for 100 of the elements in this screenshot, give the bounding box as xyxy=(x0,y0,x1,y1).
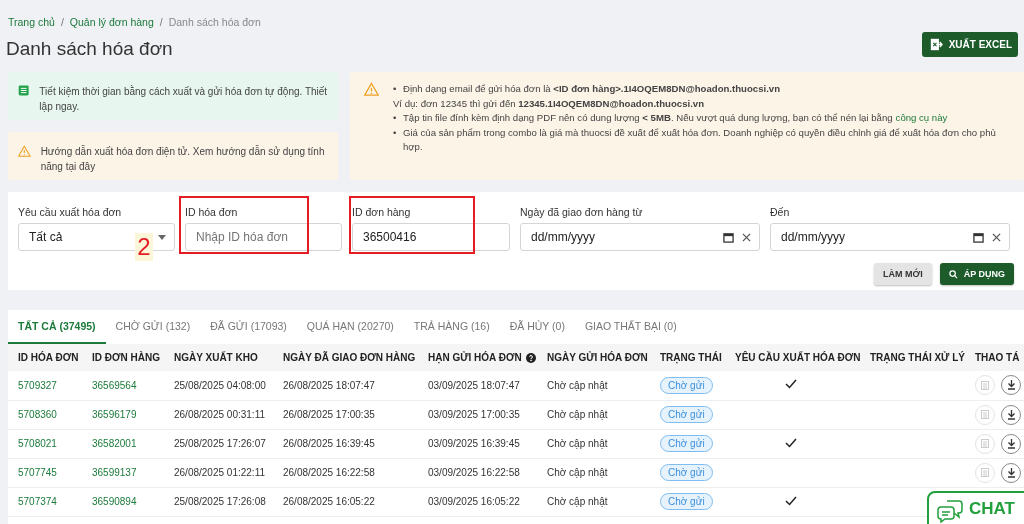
table-cell: 26/08/2025 16:39:45 xyxy=(283,438,375,449)
invoice-id-link[interactable]: 5707745 xyxy=(18,467,57,478)
table-cell: 26/08/2025 16:05:22 xyxy=(283,496,375,507)
bullet-mark: • xyxy=(391,125,398,140)
filter-tab[interactable]: QUÁ HẠN (20270) xyxy=(296,310,404,344)
annotation-number: 2 xyxy=(135,233,153,261)
notice-text: Ví dụ: đơn 12345 thì gửi đến 12345.1I4OQEM8DN@hoadon.thuocsi.vn xyxy=(391,96,705,111)
table-cell: 25/08/2025 04:08:00 xyxy=(174,379,266,391)
download-button[interactable] xyxy=(1001,433,1021,454)
table-cell: 26/08/2025 17:00:35 xyxy=(283,409,375,420)
date-field[interactable]: dd/mm/yyyy xyxy=(520,223,760,251)
table-cell: 25/08/2025 17:26:08 xyxy=(174,496,266,507)
column-header: YÊU CẦU XUẤT HÓA ĐƠN xyxy=(725,344,860,371)
document-icon xyxy=(981,468,989,477)
column-header: THAO TÁ xyxy=(965,344,1024,371)
table-cell: Chờ cập nhật xyxy=(547,438,608,449)
filter-tab[interactable]: ĐÃ HỦY (0) xyxy=(499,310,575,344)
chat-icon xyxy=(937,499,963,523)
field-label: ID hóa đơn xyxy=(185,206,239,218)
bullet-mark: • xyxy=(391,82,398,96)
breadcrumb-separator: / xyxy=(60,16,64,28)
warning-icon xyxy=(364,82,379,96)
breadcrumb-separator: / xyxy=(159,16,163,28)
download-button[interactable] xyxy=(1001,404,1021,425)
order-id-link[interactable]: 36582001 xyxy=(92,438,137,449)
calendar-icon xyxy=(723,231,734,243)
breadcrumb-link[interactable]: Trang chủ xyxy=(8,16,55,28)
close-icon[interactable] xyxy=(992,232,1001,242)
search-icon xyxy=(948,269,958,279)
order-id-link[interactable]: 36596179 xyxy=(92,409,137,420)
status-badge: Chờ gửi xyxy=(660,406,713,423)
column-header: TRẠNG THÁI xyxy=(650,344,725,371)
download-button[interactable] xyxy=(1001,462,1021,483)
filter-tab[interactable]: CHỜ GỬI (132) xyxy=(105,310,201,344)
table-cell: 25/08/2025 17:26:07 xyxy=(174,438,266,449)
date-field[interactable]: dd/mm/yyyy xyxy=(770,223,1010,251)
order-id-link[interactable]: 36569564 xyxy=(92,379,137,391)
invoice-id-link[interactable]: 5708360 xyxy=(18,409,57,420)
download-icon xyxy=(1006,467,1016,478)
breadcrumb-current: Danh sách hóa đơn xyxy=(168,16,261,28)
notice-text: Định dạng email để gửi hóa đơn là <ID đơn hàng>.1I4OQEM8DN@hoadon.thuocsi.vn xyxy=(402,82,780,96)
page-title: Danh sách hóa đơn xyxy=(6,38,173,60)
field-label: Yêu cầu xuất hóa đơn xyxy=(18,206,123,218)
bullet-mark: • xyxy=(391,111,398,125)
column-header: NGÀY XUẤT KHO xyxy=(164,344,273,371)
notice-text: Giá của sản phẩm trong combo là giá mà thuocsi đề xuất để xuất hóa đơn. Doanh nghiệp có quyền điều chỉnh giá để xuất hóa đơn cho phù hợp. xyxy=(402,125,997,154)
table-cell: 26/08/2025 00:31:11 xyxy=(174,409,265,420)
input-field[interactable]: Nhập ID hóa đơn xyxy=(185,223,342,251)
calendar-icon xyxy=(973,231,984,243)
table-cell: Chờ cập nhật xyxy=(547,409,608,420)
document-icon xyxy=(981,380,989,390)
table-cell: Chờ cập nhật xyxy=(547,496,608,507)
column-header: ID HÓA ĐƠN xyxy=(8,344,82,371)
export-button[interactable]: XUẤT EXCEL xyxy=(921,32,1018,57)
input-field[interactable]: 36500416 xyxy=(352,223,510,251)
table-cell: 03/09/2025 16:05:22 xyxy=(428,496,520,507)
caret-icon xyxy=(158,234,166,240)
table-cell: Chờ cập nhật xyxy=(547,379,608,391)
document-icon xyxy=(981,439,989,448)
column-header: ID ĐƠN HÀNG xyxy=(82,344,164,371)
export-icon xyxy=(929,38,943,51)
invoice-id-link[interactable]: 5707374 xyxy=(18,496,57,507)
list-icon xyxy=(18,84,30,97)
download-icon xyxy=(1006,409,1016,420)
close-icon[interactable] xyxy=(742,232,751,242)
document-icon xyxy=(981,410,989,419)
status-badge: Chờ gửi xyxy=(660,376,713,394)
status-badge: Chờ gửi xyxy=(660,464,713,481)
invoice-id-link[interactable]: 5709327 xyxy=(18,379,57,391)
help-icon xyxy=(525,353,536,363)
status-badge: Chờ gửi xyxy=(660,493,713,510)
download-icon xyxy=(1006,438,1016,449)
invoice-id-link[interactable]: 5708021 xyxy=(18,438,57,449)
tool-link[interactable]: công cụ này xyxy=(895,112,948,123)
notice-text: Tập tin file đính kèm định dạng PDF nên có dung lượng < 5MB. Nếu vượt quá dung lượng, bạn có thể nén lại bằng công cụ này xyxy=(402,111,948,125)
column-header: TRẠNG THÁI XỬ LÝ xyxy=(860,344,965,371)
table-cell: 26/08/2025 16:22:58 xyxy=(283,467,375,478)
order-id-link[interactable]: 36599137 xyxy=(92,467,137,478)
table-cell: 03/09/2025 16:22:58 xyxy=(428,467,520,478)
filter-tab[interactable]: TRẢ HÀNG (16) xyxy=(403,310,500,344)
warning-icon xyxy=(18,144,31,158)
table-cell: 26/08/2025 18:07:47 xyxy=(283,379,375,391)
field-label: Ngày đã giao đơn hàng từ xyxy=(520,206,644,218)
status-badge: Chờ gửi xyxy=(660,435,713,452)
filter-tab[interactable]: ĐÃ GỬI (17093) xyxy=(200,310,297,344)
download-button[interactable] xyxy=(1001,375,1021,396)
table-cell: 03/09/2025 16:39:45 xyxy=(428,438,520,449)
filter-tab[interactable]: GIAO THẤT BẠI (0) xyxy=(574,310,687,344)
download-icon xyxy=(1006,380,1016,391)
chat-button[interactable]: CHAT xyxy=(927,491,1024,524)
table-cell: 03/09/2025 17:00:35 xyxy=(428,409,520,420)
order-id-link[interactable]: 36590894 xyxy=(92,496,137,507)
apply-button[interactable]: ÁP DỤNG xyxy=(939,263,1014,285)
field-label: Đến xyxy=(770,206,791,218)
reset-button[interactable]: LÀM MỚI xyxy=(874,263,932,285)
column-header: NGÀY ĐÃ GIAO ĐƠN HÀNG xyxy=(273,344,418,371)
column-header: HẠN GỬI HÓA ĐƠN xyxy=(418,344,537,371)
breadcrumb-link[interactable]: Quản lý đơn hàng xyxy=(69,16,154,28)
field-label: ID đơn hàng xyxy=(352,206,412,218)
table-cell: 03/09/2025 18:07:47 xyxy=(428,379,520,391)
